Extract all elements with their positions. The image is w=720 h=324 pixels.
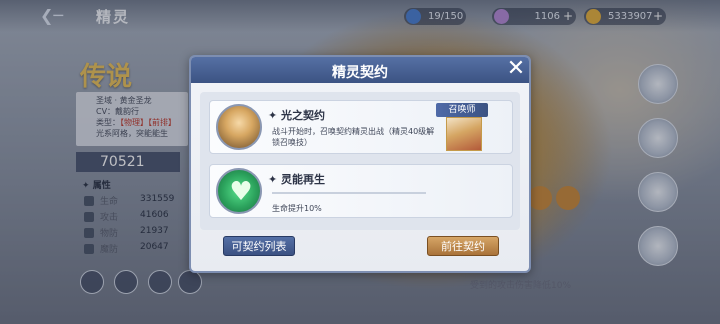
close-icon[interactable]: ✕ bbox=[503, 57, 529, 83]
contract-desc: 战斗开始时，召唤契约精灵出战（精灵40级解锁召唤技） bbox=[272, 127, 435, 147]
contract-entry-light[interactable]: ✦ 光之契约 战斗开始时，召唤契约精灵出战（精灵40级解锁召唤技） 召唤师 bbox=[209, 100, 513, 154]
dialog-header: 精灵契约 ✕ bbox=[191, 57, 529, 83]
contract-entry-regen[interactable]: ♥ ✦ 灵能再生 生命提升10% bbox=[209, 164, 513, 218]
contract-portrait-icon bbox=[216, 104, 262, 150]
contract-dialog: 精灵契约 ✕ ✦ 光之契约 战斗开始时，召唤契约精灵出战（精灵40级解锁召唤技）… bbox=[189, 55, 531, 273]
dialog-title: 精灵契约 bbox=[332, 65, 388, 81]
summoner-portrait-icon[interactable] bbox=[446, 117, 482, 151]
contract-name: ✦ 光之契约 bbox=[268, 109, 326, 122]
contract-list-button[interactable]: 可契约列表 bbox=[223, 236, 295, 256]
heart-icon: ♥ bbox=[229, 177, 253, 207]
contract-name: ✦ 灵能再生 bbox=[268, 173, 326, 186]
divider bbox=[272, 192, 426, 194]
contract-desc: 生命提升10% bbox=[272, 204, 322, 213]
go-contract-button[interactable]: 前往契约 bbox=[427, 236, 499, 256]
summoner-tag: 召唤师 bbox=[436, 103, 488, 117]
regen-portrait: ♥ bbox=[216, 168, 262, 214]
contract-list: ✦ 光之契约 战斗开始时，召唤契约精灵出战（精灵40级解锁召唤技） 召唤师 ♥ … bbox=[200, 92, 520, 230]
